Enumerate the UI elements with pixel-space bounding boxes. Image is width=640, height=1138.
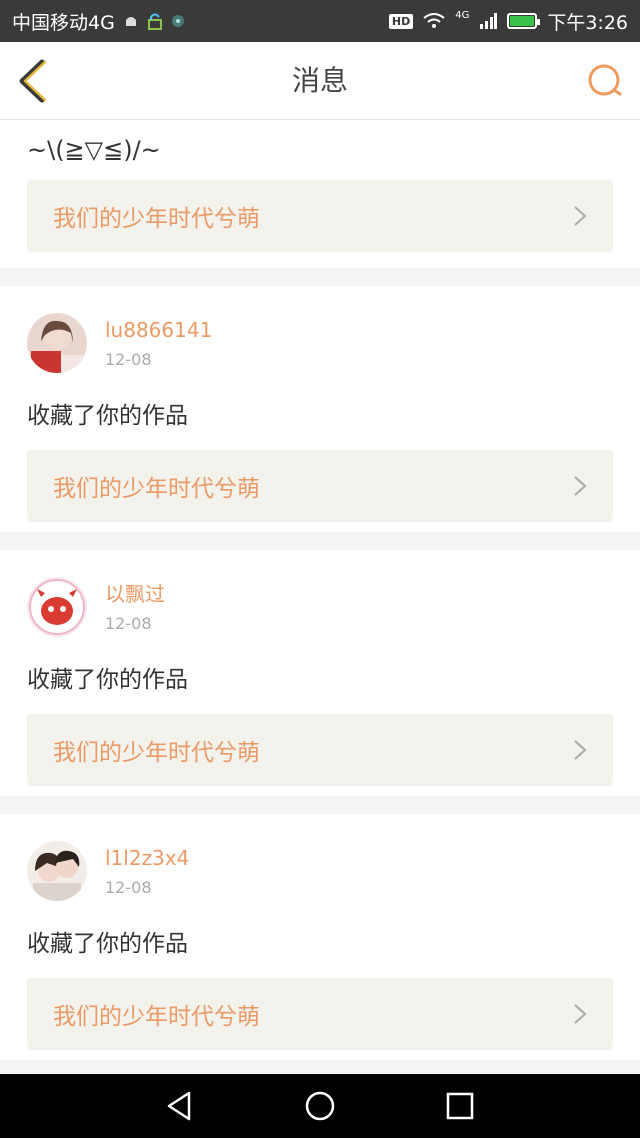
timestamp: 12-08: [105, 613, 152, 633]
action-text: 收藏了你的作品: [27, 403, 188, 429]
timestamp: 12-08: [105, 349, 152, 369]
message-card: ~\(≧▽≦)/~ 我们的少年时代兮萌: [0, 120, 640, 268]
app-notification-icon: [171, 15, 184, 27]
work-title: 我们的少年时代兮萌: [53, 476, 260, 502]
work-link[interactable]: 我们的少年时代兮萌: [27, 714, 613, 786]
username[interactable]: 以飘过: [105, 582, 165, 606]
status-left: 中国移动4G: [12, 8, 185, 35]
notification-icon: [125, 17, 136, 26]
search-icon[interactable]: [586, 62, 624, 100]
user-row: l1l2z3x4 12-08: [27, 840, 613, 902]
work-title: 我们的少年时代兮萌: [53, 206, 260, 232]
work-title: 我们的少年时代兮萌: [53, 740, 260, 766]
work-link[interactable]: 我们的少年时代兮萌: [27, 978, 613, 1050]
avatar[interactable]: [27, 313, 87, 373]
avatar[interactable]: [27, 577, 87, 637]
hd-badge: HD: [388, 13, 414, 29]
system-nav-bar: [0, 1074, 640, 1138]
message-text: ~\(≧▽≦)/~: [27, 136, 161, 164]
status-right: HD 4G 下午3:26: [388, 8, 628, 35]
avatar[interactable]: [27, 841, 87, 901]
message-card: lu8866141 12-08 收藏了你的作品 我们的少年时代兮萌: [0, 286, 640, 532]
user-row: 以飘过 12-08: [27, 576, 613, 638]
page-title: 消息: [291, 64, 348, 97]
lock-icon: [147, 13, 162, 30]
network-type-label: 4G: [455, 9, 470, 21]
work-link[interactable]: 我们的少年时代兮萌: [27, 180, 613, 252]
chevron-right-icon: [574, 1004, 587, 1024]
timestamp: 12-08: [105, 877, 152, 897]
username[interactable]: l1l2z3x4: [105, 846, 189, 870]
message-card: 以飘过 12-08 收藏了你的作品 我们的少年时代兮萌: [0, 550, 640, 796]
nav-back-icon[interactable]: [163, 1089, 197, 1123]
chevron-right-icon: [574, 476, 587, 496]
chevron-right-icon: [574, 740, 587, 760]
wifi-icon: [423, 13, 445, 28]
action-text: 收藏了你的作品: [27, 667, 188, 693]
action-text: 收藏了你的作品: [27, 931, 188, 957]
user-row: lu8866141 12-08: [27, 312, 613, 374]
status-bar: 中国移动4G HD 4G 下午3:26: [0, 0, 640, 42]
top-nav-bar: 消息: [0, 42, 640, 120]
clock: 下午3:26: [547, 11, 628, 34]
carrier-label: 中国移动4G: [12, 11, 115, 34]
work-link[interactable]: 我们的少年时代兮萌: [27, 450, 613, 522]
work-title: 我们的少年时代兮萌: [53, 1004, 260, 1030]
chevron-right-icon: [574, 206, 587, 226]
nav-recent-icon[interactable]: [443, 1089, 477, 1123]
message-list[interactable]: ~\(≧▽≦)/~ 我们的少年时代兮萌 lu8866141 12-08 收藏了你…: [0, 120, 640, 1074]
username[interactable]: lu8866141: [105, 318, 212, 342]
message-card: l1l2z3x4 12-08 收藏了你的作品 我们的少年时代兮萌: [0, 814, 640, 1060]
signal-icon: [480, 13, 498, 29]
nav-home-icon[interactable]: [303, 1089, 337, 1123]
battery-icon: [507, 13, 541, 29]
